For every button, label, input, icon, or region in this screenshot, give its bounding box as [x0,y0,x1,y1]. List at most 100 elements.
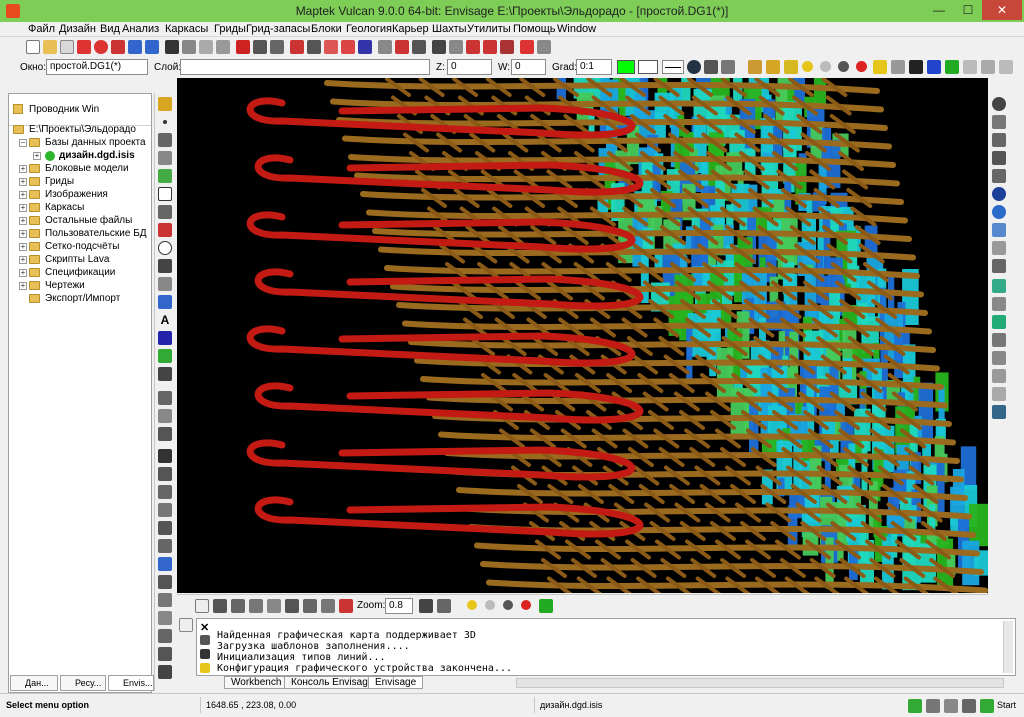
highlight-icon[interactable] [341,40,355,54]
select-icon[interactable] [378,40,392,54]
line-icon[interactable] [158,133,172,147]
dark-dot-icon[interactable] [503,600,513,610]
open-folder-icon[interactable] [43,40,57,54]
text-icon[interactable]: A [158,313,172,327]
zoom-icon[interactable] [992,97,1006,111]
console-clear-icon[interactable] [200,663,210,673]
offset-icon[interactable] [158,647,172,661]
point-icon[interactable] [163,120,167,124]
start-icon[interactable] [980,699,994,713]
save-as-icon[interactable] [182,40,196,54]
grey-dot-icon[interactable] [485,600,495,610]
print-icon[interactable] [236,40,250,54]
grid-points-icon[interactable] [158,259,172,273]
menu-view[interactable]: Вид [100,23,120,35]
minimize-button[interactable]: — [924,0,954,20]
copy-object-icon[interactable] [158,611,172,625]
move-point-icon[interactable] [158,503,172,517]
color-swatch[interactable] [617,60,635,74]
layer-icon[interactable] [158,97,172,111]
status-icon-4[interactable] [962,699,976,713]
measure-icon[interactable] [992,259,1006,273]
arc-icon[interactable] [158,223,172,237]
expand-icon[interactable]: + [19,217,27,225]
image-icon[interactable] [158,169,172,183]
menu-pit[interactable]: Карьер [392,23,429,35]
info-icon[interactable] [687,60,701,74]
note-icon[interactable] [158,349,172,363]
grey-pill-icon[interactable] [891,60,905,74]
layer-select[interactable] [180,59,430,75]
flag-icon[interactable] [520,40,534,54]
window-select[interactable]: простой.DG1(*) [46,59,148,75]
maximize-button[interactable]: ☐ [954,0,982,20]
menu-wireframes[interactable]: Каркасы [165,23,208,35]
red-sphere-icon[interactable] [856,61,867,72]
snap-icon[interactable] [158,409,172,423]
status-icon-3[interactable] [944,699,958,713]
menu-help[interactable]: Помощь [513,23,556,35]
fit-icon[interactable] [992,169,1006,183]
format-icon[interactable] [500,40,514,54]
new-file-icon[interactable] [26,40,40,54]
insert-point-icon[interactable] [158,485,172,499]
layers-icon[interactable] [216,40,230,54]
expand-icon[interactable]: + [19,243,27,251]
status-icon-1[interactable] [908,699,922,713]
triangle-icon[interactable] [324,40,338,54]
segment-icon[interactable] [158,391,172,405]
black-pill-icon[interactable] [909,60,923,74]
tab-envisage-console[interactable]: Консоль Envisage [284,676,381,689]
expand-icon[interactable]: + [33,152,41,160]
colour-ramp-icon[interactable] [784,60,798,74]
camera-icon[interactable] [437,599,451,613]
menu-design[interactable]: Дизайн [59,23,96,35]
align-icon[interactable] [412,40,426,54]
section-icon[interactable] [992,241,1006,255]
display-icon[interactable] [992,315,1006,329]
lighting-icon[interactable] [999,60,1013,74]
horizontal-scrollbar[interactable] [516,678,1004,688]
polyline-icon[interactable] [158,151,172,165]
console-print-icon[interactable] [200,649,210,659]
console-close-icon[interactable] [179,618,193,632]
remove-icon[interactable] [395,40,409,54]
snap-line-icon[interactable] [249,599,263,613]
viewport-icon[interactable] [992,279,1006,293]
clip-icon[interactable] [158,665,172,679]
yellow-sphere-icon[interactable] [802,61,813,72]
grey-sphere-icon[interactable] [820,61,831,72]
close-button[interactable]: ✕ [982,0,1022,20]
reverse-icon[interactable] [158,593,172,607]
menu-grid-reserves[interactable]: Грид-запасы [246,23,310,35]
zoom-input[interactable]: 0.8 [385,598,413,614]
menu-analysis[interactable]: Анализ [122,23,159,35]
move-icon[interactable] [158,467,172,481]
show-icon[interactable] [449,40,463,54]
expand-icon[interactable]: + [19,178,27,186]
coords-icon[interactable] [303,599,317,613]
delete-point-icon[interactable] [158,449,172,463]
tab-workbench[interactable]: Workbench [224,676,289,689]
fill-swatch[interactable] [638,60,658,74]
console-scrollbar[interactable] [1003,621,1013,673]
sheet-view-icon[interactable] [992,387,1006,401]
join-icon[interactable] [158,557,172,571]
text-3d-icon[interactable] [158,331,172,345]
copy-icon[interactable] [199,40,213,54]
warning-icon[interactable] [94,40,108,54]
rotate-icon[interactable] [992,151,1006,165]
window-icon[interactable] [992,223,1006,237]
menu-file[interactable]: Файл [28,23,55,35]
snap-grid-icon[interactable] [267,599,281,613]
pan-icon[interactable] [992,133,1006,147]
text-a-icon[interactable] [290,40,304,54]
expand-icon[interactable]: + [19,230,27,238]
w-input[interactable]: 0 [511,59,546,75]
link-icon[interactable] [158,575,172,589]
yellow-dot-icon[interactable] [467,600,477,610]
refresh-icon[interactable] [992,405,1006,419]
select-pointer-icon[interactable] [195,599,209,613]
grid-view-icon[interactable] [992,369,1006,383]
globe-icon[interactable] [992,205,1006,219]
